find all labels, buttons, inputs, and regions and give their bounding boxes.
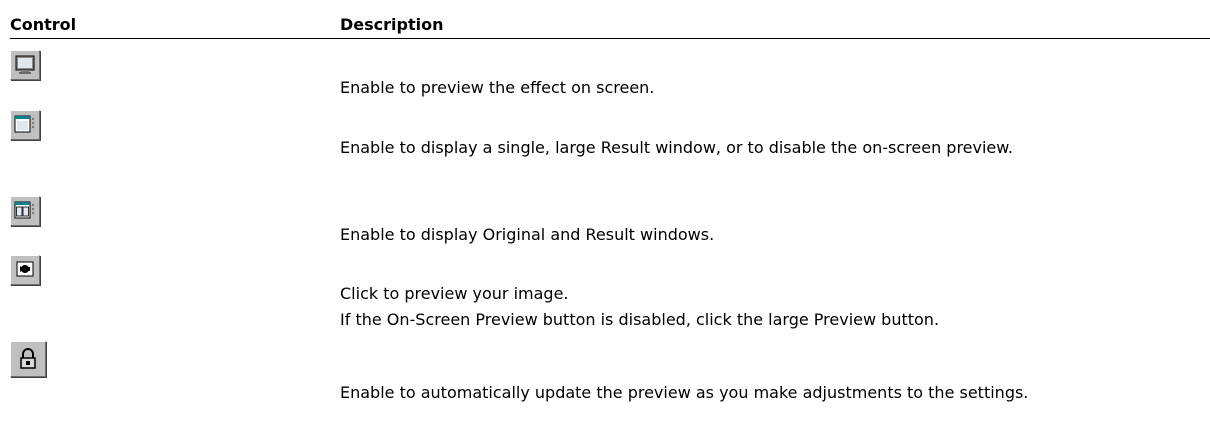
row-description: Enable to automatically update the previ… [340, 383, 1029, 402]
original-and-result-windows-icon[interactable] [10, 196, 40, 226]
column-header-control: Control [10, 15, 77, 34]
row-description: Enable to preview the effect on screen. [340, 78, 655, 97]
row-note: If the On-Screen Preview button is disab… [340, 310, 940, 329]
lock-icon[interactable] [10, 341, 46, 377]
single-result-window-icon[interactable] [10, 110, 40, 140]
on-screen-preview-icon[interactable] [10, 50, 40, 80]
row-description: Enable to display a single, large Result… [340, 138, 1013, 157]
row-description: Enable to display Original and Result wi… [340, 225, 715, 244]
column-header-description: Description [340, 15, 444, 34]
table-header: Control Description [10, 10, 1210, 39]
row-description: Click to preview your image. [340, 284, 569, 303]
preview-icon[interactable] [10, 255, 40, 285]
